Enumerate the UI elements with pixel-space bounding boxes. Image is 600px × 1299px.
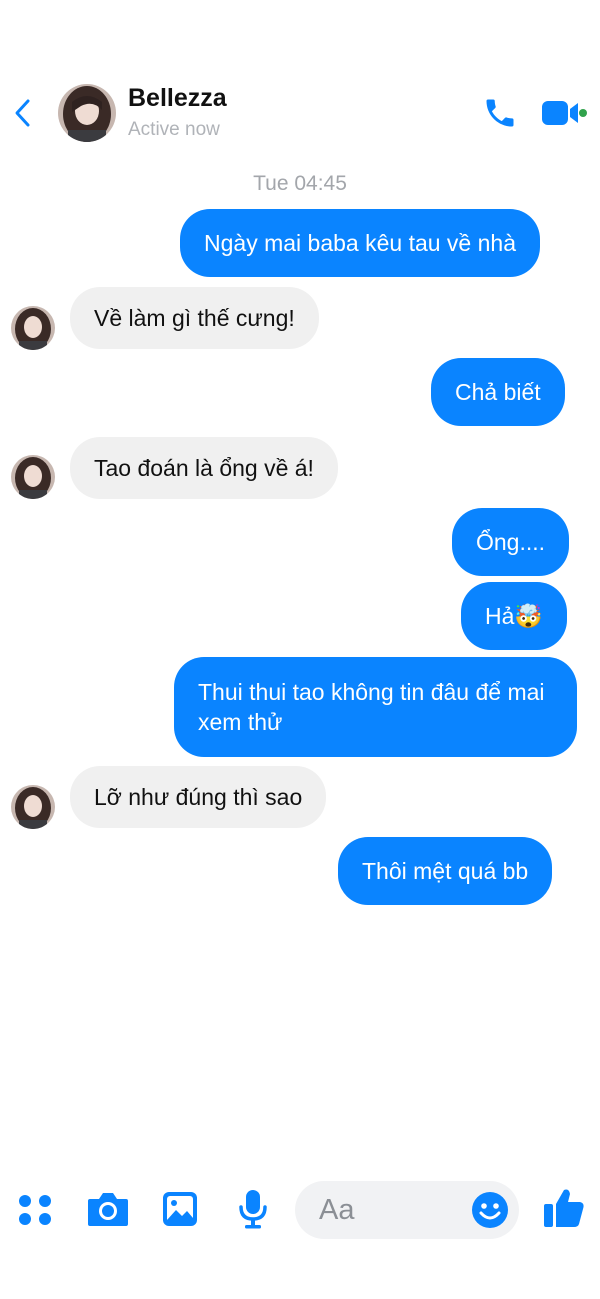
active-status: Active now bbox=[128, 119, 220, 140]
phone-icon bbox=[486, 99, 514, 127]
gallery-button[interactable] bbox=[161, 1190, 199, 1228]
like-icon bbox=[544, 1189, 584, 1227]
contact-avatar-small bbox=[11, 306, 55, 350]
incoming-message[interactable]: Về làm gì thế cưng! bbox=[70, 287, 319, 349]
outgoing-message[interactable]: Ngày mai baba kêu tau về nhà bbox=[180, 209, 540, 277]
contact-avatar-small bbox=[11, 785, 55, 829]
chevron-left-icon bbox=[15, 99, 30, 127]
outgoing-message[interactable]: Hả🤯 bbox=[461, 582, 568, 650]
contact-avatar-small bbox=[11, 455, 55, 499]
incoming-message[interactable]: Tao đoán là ổng về á! bbox=[70, 437, 338, 499]
incoming-message[interactable]: Lỡ như đúng thì sao bbox=[70, 766, 327, 828]
outgoing-message[interactable]: Thôi mệt quá bb bbox=[338, 837, 553, 905]
message-timestamp: Tue 04:45 bbox=[253, 172, 347, 195]
contact-avatar[interactable] bbox=[58, 84, 116, 142]
mic-icon bbox=[239, 1190, 267, 1229]
video-camera-icon bbox=[542, 101, 587, 125]
back-button[interactable] bbox=[10, 95, 34, 131]
outgoing-message[interactable]: Ổng.... bbox=[452, 508, 570, 576]
apps-button[interactable] bbox=[16, 1191, 54, 1229]
image-icon bbox=[163, 1192, 197, 1226]
outgoing-message[interactable]: Thui thui tao không tin đâu để mai xem t… bbox=[174, 657, 577, 757]
like-button[interactable] bbox=[542, 1186, 586, 1230]
camera-button[interactable] bbox=[86, 1189, 130, 1229]
camera-icon bbox=[88, 1193, 128, 1226]
message-input-placeholder: Aa bbox=[319, 1194, 355, 1226]
chat-header: Bellezza Active now bbox=[0, 0, 600, 160]
voice-message-button[interactable] bbox=[236, 1188, 270, 1230]
call-button[interactable] bbox=[482, 95, 518, 131]
emoji-icon[interactable] bbox=[471, 1191, 509, 1229]
outgoing-message[interactable]: Chả biết bbox=[431, 358, 565, 426]
apps-icon bbox=[19, 1195, 51, 1225]
video-call-button[interactable] bbox=[541, 99, 587, 127]
message-input[interactable]: Aa bbox=[295, 1181, 519, 1239]
contact-name[interactable]: Bellezza bbox=[128, 84, 227, 113]
